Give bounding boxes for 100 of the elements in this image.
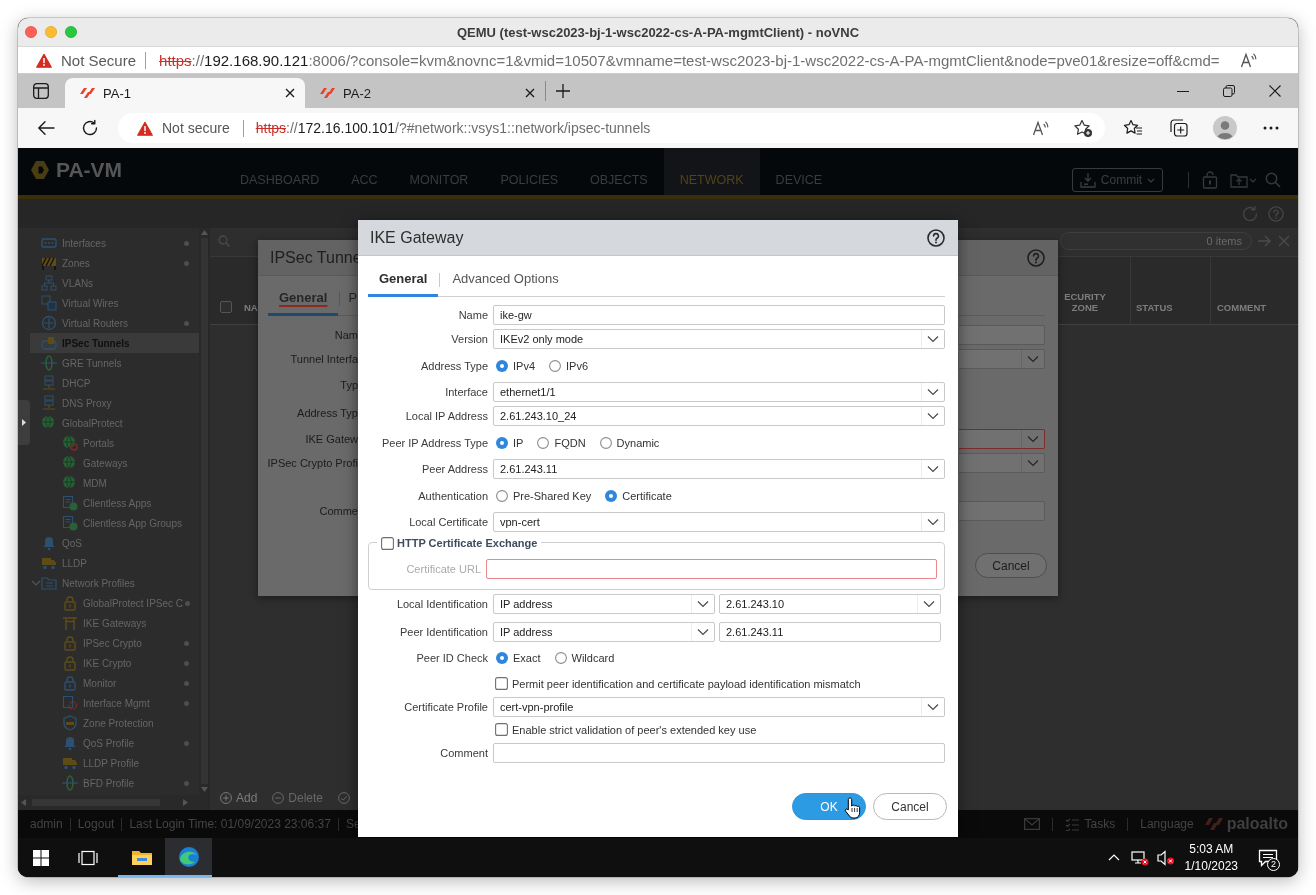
close-icon[interactable] [285, 88, 295, 98]
radio-button[interactable] [496, 652, 508, 665]
dropdown[interactable] [959, 429, 1045, 449]
cancel-button[interactable]: Cancel [975, 553, 1047, 578]
sidebar-item[interactable]: Network Profiles [30, 573, 199, 593]
address-bar[interactable]: Not secure https://172.16.100.101/?#network::vsys1::network/ipsec-tunnels [118, 113, 1105, 143]
search-icon[interactable] [218, 235, 230, 247]
read-aloud-icon[interactable] [1032, 120, 1049, 136]
dropdown[interactable]: cert-vpn-profile [493, 696, 945, 717]
window-zoom-icon[interactable] [65, 26, 77, 38]
dropdown[interactable]: 2.61.243.10 [719, 593, 941, 614]
start-icon[interactable] [33, 849, 49, 866]
dialog-tab[interactable]: General [368, 263, 439, 297]
star-plus-icon[interactable] [1073, 118, 1093, 138]
padlock-icon[interactable] [1202, 171, 1218, 189]
dropdown[interactable] [959, 349, 1045, 369]
text-field[interactable] [959, 325, 1045, 345]
logout-link[interactable]: Logout [77, 817, 115, 831]
dialog-tab[interactable]: Advanced Options [441, 263, 570, 297]
scroll-up-icon[interactable] [200, 230, 208, 235]
chevron-icon[interactable] [30, 578, 41, 588]
radio-button[interactable] [496, 489, 508, 502]
close-icon[interactable] [525, 88, 535, 98]
text-field[interactable] [959, 501, 1045, 521]
checkbox[interactable] [495, 723, 508, 737]
text-field[interactable]: 2.61.243.11 [719, 621, 941, 642]
close-icon[interactable] [1269, 85, 1281, 97]
task-view-icon[interactable] [78, 849, 98, 866]
window-minimize-icon[interactable] [45, 26, 57, 38]
browser-tab[interactable]: PA-2 [305, 78, 545, 108]
help-icon[interactable] [927, 228, 945, 247]
radio-button[interactable] [537, 436, 550, 449]
sidebar-item[interactable]: LLDP [30, 553, 199, 573]
chevron-up-icon[interactable] [1107, 854, 1120, 861]
favorites-icon[interactable] [1123, 119, 1143, 137]
scroll-left-icon[interactable] [21, 799, 26, 806]
sidebar-item[interactable]: LLDP Profile [30, 753, 199, 773]
taskbar-button[interactable] [165, 838, 212, 877]
dialog-tab[interactable]: P [341, 282, 358, 316]
sidebar-item[interactable]: QoS [30, 533, 199, 553]
checkbox[interactable] [381, 536, 394, 550]
back-arrow-icon[interactable] [37, 120, 55, 136]
action-button[interactable]: Add [220, 791, 258, 805]
cancel-button[interactable]: Cancel [873, 793, 947, 820]
scroll-right-icon[interactable] [183, 799, 188, 806]
checkbox[interactable] [495, 677, 508, 691]
tab-actions-icon[interactable] [33, 83, 49, 99]
sidebar-item[interactable]: Interface Mgmt [30, 693, 199, 713]
sidebar-item[interactable]: Gateways [30, 453, 199, 473]
notification-icon[interactable] [1258, 848, 1278, 867]
sidebar-item[interactable]: DHCP [30, 373, 199, 393]
expand-handle-icon[interactable] [18, 400, 30, 445]
muted-speaker-icon[interactable] [1156, 849, 1175, 866]
sidebar-item[interactable]: QoS Profile [30, 733, 199, 753]
checkbox[interactable] [220, 301, 232, 313]
scroll-down-icon[interactable] [200, 787, 208, 792]
sidebar-item[interactable]: Clientless Apps [30, 493, 199, 513]
avatar-icon[interactable] [1213, 116, 1237, 140]
network-icon[interactable] [1130, 849, 1149, 866]
arrow-right-icon[interactable] [1258, 235, 1272, 247]
read-aloud-icon[interactable] [1240, 52, 1257, 68]
language-link[interactable]: Language [1140, 817, 1194, 831]
refresh-icon[interactable] [81, 119, 99, 137]
radio-button[interactable] [549, 359, 561, 372]
sidebar-item[interactable]: GRE Tunnels [30, 353, 199, 373]
sidebar-item[interactable]: Clientless App Groups [30, 513, 199, 533]
commit-button[interactable]: Commit [1072, 168, 1163, 192]
sidebar-item[interactable]: BFD Profile [30, 773, 199, 793]
restore-icon[interactable] [1223, 85, 1235, 97]
collections-icon[interactable] [1170, 119, 1188, 137]
more-icon[interactable] [1263, 126, 1279, 130]
dropdown[interactable]: ethernet1/1 [493, 382, 945, 402]
radio-button[interactable] [554, 652, 567, 665]
text-field[interactable]: ike-gw [493, 305, 945, 325]
nav-tab[interactable]: NETWORK [663, 148, 760, 195]
radio-button[interactable] [605, 489, 618, 502]
dropdown[interactable]: IKEv2 only mode [493, 329, 945, 349]
dialog-tab[interactable]: General [268, 282, 339, 316]
browser-tab[interactable]: PA-1 [65, 78, 305, 108]
dropdown[interactable]: 2.61.243.11 [493, 459, 945, 479]
dropdown[interactable]: vpn-cert [493, 512, 945, 532]
radio-button[interactable] [496, 359, 508, 372]
new-tab-icon[interactable] [556, 84, 570, 98]
radio-button[interactable] [599, 436, 612, 449]
tasks-icon[interactable] [1064, 817, 1079, 831]
dropdown[interactable] [959, 453, 1045, 473]
tasks-link[interactable]: Tasks [1084, 817, 1116, 831]
mail-icon[interactable] [1023, 818, 1040, 830]
search-icon[interactable] [1265, 172, 1281, 188]
sidebar-item[interactable]: Portals [30, 433, 199, 453]
radio-button[interactable] [496, 436, 508, 449]
sidebar-item[interactable]: GlobalProtect [30, 413, 199, 433]
sidebar-item[interactable]: MDM [30, 473, 199, 493]
sidebar-item[interactable]: Monitor [30, 673, 199, 693]
window-close-icon[interactable] [25, 26, 37, 38]
sidebar-item[interactable]: VLANs [30, 273, 199, 293]
dropdown[interactable]: 2.61.243.10_24 [493, 406, 945, 426]
dropdown[interactable]: IP address [493, 593, 715, 614]
dropdown[interactable]: IP address [493, 621, 715, 642]
sidebar-item[interactable]: IKE Gateways [30, 613, 199, 633]
